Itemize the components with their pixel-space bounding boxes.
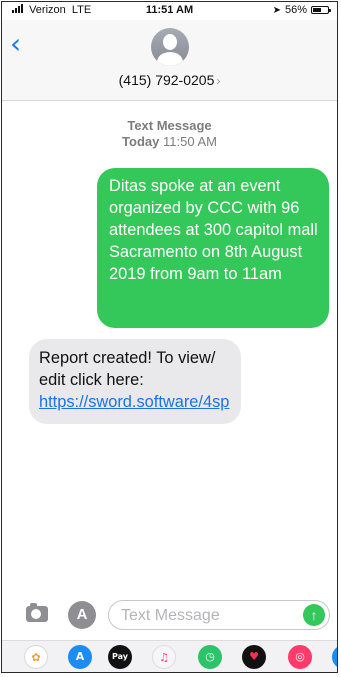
chevron-right-icon: › [216,74,221,88]
message-input[interactable]: Text Message ↑ [108,600,330,630]
location-icon: ➤ [272,4,281,16]
status-bar: Verizon LTE 11:51 AM ➤ 56% [2,2,337,20]
message-clock: 11:50 AM [162,134,217,149]
appstore-app-icon[interactable]: A [68,645,92,669]
received-message-text: Report created! To view/ edit click here… [39,349,216,389]
heart-app-icon[interactable]: ♥ [242,645,266,669]
compose-bar: A Text Message ↑ [2,598,337,634]
camera-icon[interactable] [26,603,48,622]
sent-message-bubble[interactable]: Ditas spoke at an event organized by CCC… [97,168,329,328]
contact-avatar[interactable] [150,28,189,66]
app-store-icon[interactable]: A [68,601,96,629]
avatar-body [156,52,183,66]
clock-app-icon[interactable]: ◷ [198,645,222,669]
contact-name-button[interactable]: (415) 792-0205 › [2,72,337,88]
battery-icon [311,6,331,14]
avatar-head [162,34,177,50]
message-type-label: Text Message [127,118,212,133]
message-input-placeholder: Text Message [121,607,220,624]
apple-pay-icon[interactable]: Pay [108,645,132,669]
battery-percent: 56% [284,4,307,16]
conversation-header: ‹ (415) 792-0205 › [2,20,337,101]
messages-screen: Verizon LTE 11:51 AM ➤ 56% ‹ (415) 792-0… [1,1,338,673]
battery-fill [313,8,321,12]
music-app-icon[interactable]: ♫ [152,645,176,669]
apple-pay-label: Pay [111,652,128,661]
sent-message-text: Ditas spoke at an event organized by CCC… [109,177,318,283]
globe-app-icon[interactable]: ◎ [288,645,312,669]
contact-number: (415) 792-0205 [118,72,215,88]
conversation-timestamp: Text Message Today 11:50 AM [2,118,337,150]
photos-app-icon[interactable]: ✿ [24,645,48,669]
status-right: ➤ 56% [272,4,331,16]
report-link[interactable]: https://sword.software/4sp [39,393,229,411]
received-message-bubble[interactable]: Report created! To view/ edit click here… [29,339,241,424]
app-drawer: ✿ A Pay ♫ ◷ ♥ ◎ [2,640,337,672]
partial-app-icon[interactable] [332,645,337,669]
message-day: Today [122,134,160,149]
message-time: Today 11:50 AM [2,134,337,150]
back-chevron-icon[interactable]: ‹ [10,30,21,58]
send-arrow-icon[interactable]: ↑ [303,604,325,626]
